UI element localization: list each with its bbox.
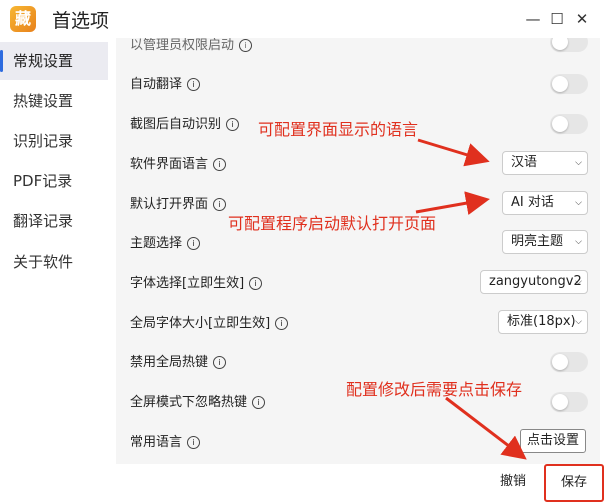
arrow-to-save-button bbox=[445, 396, 527, 460]
arrow-to-language-select bbox=[417, 138, 490, 167]
annotation-arrows bbox=[415, 138, 527, 460]
arrow-to-default-page-select bbox=[415, 191, 490, 215]
